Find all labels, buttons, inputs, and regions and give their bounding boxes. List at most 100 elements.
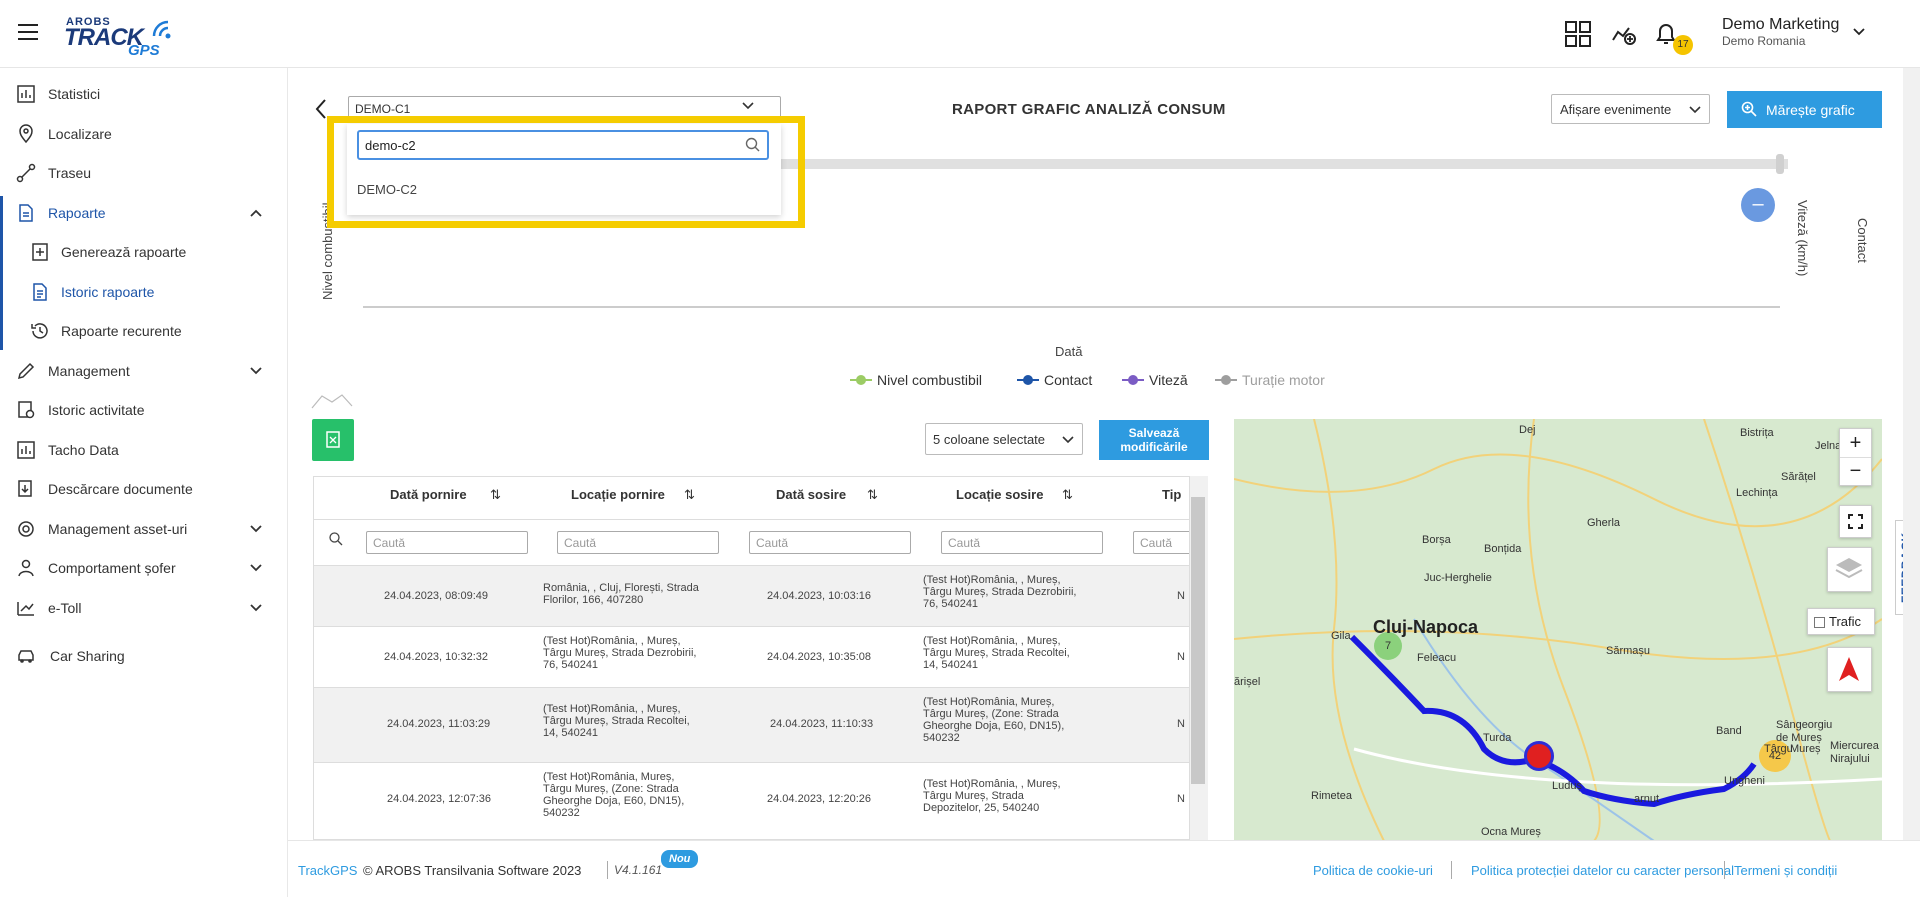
sort-icon[interactable]: ⇅	[867, 487, 878, 503]
legend-marker	[1122, 375, 1144, 385]
column-header-end-location[interactable]: Locație sosire	[956, 487, 1043, 502]
vehicle-add-icon[interactable]	[1610, 20, 1638, 48]
add-document-icon	[32, 243, 48, 261]
cookie-policy-link[interactable]: Politica de cookie-uri	[1313, 863, 1433, 878]
chart-range-slider[interactable]	[773, 159, 1788, 169]
legend-item-rpm[interactable]: Turație motor	[1215, 372, 1325, 388]
privacy-policy-link[interactable]: Politica protecției datelor cu caracter …	[1471, 863, 1734, 878]
sort-icon[interactable]: ⇅	[1062, 487, 1073, 503]
notification-badge: 17	[1673, 35, 1693, 55]
table-scroll-thumb[interactable]	[1191, 497, 1205, 784]
column-header-start-location[interactable]: Locație pornire	[571, 487, 665, 502]
fullscreen-button[interactable]	[1839, 505, 1872, 538]
slider-handle[interactable]	[1776, 154, 1784, 174]
layers-button[interactable]	[1827, 547, 1872, 592]
table-row[interactable]: 24.04.2023, 10:32:32 (Test Hot)România, …	[314, 626, 1207, 687]
zoom-in-button[interactable]: +	[1840, 429, 1871, 458]
trackgps-logo[interactable]: AROBS TRACK GPS	[64, 16, 184, 59]
sidebar-item-descarcare-documente[interactable]: Descărcare documente	[0, 470, 288, 508]
sidebar-item-traseu[interactable]: Traseu	[0, 154, 288, 192]
legend-item-contact[interactable]: Contact	[1017, 372, 1092, 388]
events-select[interactable]: Afișare evenimente	[1551, 94, 1710, 124]
export-excel-button[interactable]	[312, 419, 354, 461]
page-scrollbar[interactable]	[1903, 68, 1920, 840]
history-icon	[31, 323, 48, 339]
pencil-icon	[17, 362, 35, 380]
new-badge[interactable]: Nou	[661, 850, 699, 868]
navigation-arrow-icon	[1839, 657, 1859, 681]
chevron-down-icon[interactable]	[1853, 28, 1865, 36]
footer-divider	[1451, 861, 1452, 879]
y-axis-right-label-speed: Viteză (km/h)	[1795, 200, 1810, 277]
back-arrow-icon[interactable]	[314, 98, 328, 120]
hamburger-menu-icon[interactable]	[18, 24, 38, 40]
y-axis-right-label-contact: Contact	[1855, 218, 1870, 263]
filter-start-date[interactable]: Caută	[366, 531, 528, 554]
legend-marker	[1215, 375, 1237, 385]
chevron-down-icon	[250, 367, 262, 375]
chevron-up-icon	[250, 209, 262, 217]
user-organization: Demo Romania	[1722, 34, 1806, 48]
sidebar-item-rapoarte[interactable]: Rapoarte	[0, 194, 288, 232]
user-name[interactable]: Demo Marketing	[1722, 16, 1839, 34]
column-header-start-date[interactable]: Dată pornire	[390, 487, 467, 502]
sidebar-item-car-sharing[interactable]: Car Sharing	[0, 637, 288, 675]
terms-link[interactable]: Termeni și condiții	[1734, 863, 1837, 878]
document-icon	[19, 204, 33, 222]
sidebar-item-rapoarte-recurente[interactable]: Rapoarte recurente	[0, 312, 288, 350]
sort-icon[interactable]: ⇅	[490, 487, 501, 503]
sidebar-item-statistici[interactable]: Statistici	[0, 75, 288, 113]
columns-select[interactable]: 5 coloane selectate	[925, 423, 1083, 455]
sidebar-item-e-toll[interactable]: e-Toll	[0, 589, 288, 627]
traffic-toggle[interactable]: Trafic	[1807, 608, 1875, 635]
mini-chart-icon	[311, 394, 353, 409]
table-row[interactable]: 24.04.2023, 08:09:49 România, , Cluj, Fl…	[314, 565, 1207, 626]
sidebar-item-localizare[interactable]: Localizare	[0, 115, 288, 153]
zoom-out-button[interactable]: −	[1840, 458, 1871, 486]
legend-item-fuel[interactable]: Nivel combustibil	[850, 372, 982, 388]
column-header-end-date[interactable]: Dată sosire	[776, 487, 846, 502]
column-header-type[interactable]: Tip	[1162, 487, 1181, 502]
filter-end-location[interactable]: Caută	[941, 531, 1103, 554]
table-row[interactable]: 24.04.2023, 12:07:36 (Test Hot)România, …	[314, 762, 1207, 837]
chevron-down-icon	[1062, 436, 1074, 444]
collapse-chart-button[interactable]: –	[1741, 188, 1775, 222]
sidebar-item-genereaza-rapoarte[interactable]: Generează rapoarte	[0, 233, 288, 271]
legend-item-speed[interactable]: Viteză	[1122, 372, 1188, 388]
chevron-down-icon	[250, 525, 262, 533]
driver-icon	[18, 559, 34, 577]
sidebar-item-tacho-data[interactable]: Tacho Data	[0, 431, 288, 469]
table-row[interactable]: 24.04.2023, 11:03:29 (Test Hot)România, …	[314, 687, 1207, 762]
top-header: AROBS TRACK GPS 17 Demo Marketing Demo R…	[0, 0, 1920, 68]
footer-divider	[607, 861, 608, 879]
footer-version: V4.1.161	[614, 863, 663, 877]
sidebar: Statistici Localizare Traseu Rapoarte Ge…	[0, 68, 288, 897]
route-map[interactable]: 7 42 Dej Gherla Borșa Bonțida Juc-Herghe…	[1234, 419, 1882, 841]
sidebar-item-istoric-rapoarte[interactable]: Istoric rapoarte	[0, 273, 288, 311]
sort-icon[interactable]: ⇅	[684, 487, 695, 503]
filter-row-divider	[314, 519, 1207, 520]
finish-flag-icon[interactable]	[1524, 741, 1554, 771]
filter-end-date[interactable]: Caută	[749, 531, 911, 554]
grid-apps-icon[interactable]	[1564, 20, 1592, 48]
traffic-checkbox[interactable]	[1814, 617, 1825, 629]
car-sharing-icon	[18, 650, 34, 663]
trips-table: Dată pornire ⇅ Locație pornire ⇅ Dată so…	[313, 476, 1208, 840]
sidebar-item-management[interactable]: Management	[0, 352, 288, 390]
tacho-chart-icon	[17, 441, 35, 459]
enlarge-chart-button[interactable]: Mărește grafic	[1727, 91, 1882, 128]
toll-icon	[17, 602, 34, 616]
filter-start-location[interactable]: Caută	[557, 531, 719, 554]
page-title: RAPORT GRAFIC ANALIZĂ CONSUM	[952, 101, 1226, 118]
sidebar-item-istoric-activitate[interactable]: Istoric activitate	[0, 391, 288, 429]
save-changes-button[interactable]: Salvează modificările	[1099, 420, 1209, 460]
navigation-button[interactable]	[1827, 647, 1872, 692]
sidebar-item-management-asset-uri[interactable]: Management asset-uri	[0, 510, 288, 548]
footer-brand[interactable]: TrackGPS	[298, 863, 357, 878]
chevron-down-icon	[742, 102, 754, 110]
sidebar-item-comportament-sofer[interactable]: Comportament șofer	[0, 549, 288, 587]
bar-chart-icon	[17, 85, 35, 103]
asset-icon	[18, 521, 34, 537]
activity-log-icon	[18, 401, 35, 419]
x-axis-label: Dată	[1055, 344, 1083, 359]
